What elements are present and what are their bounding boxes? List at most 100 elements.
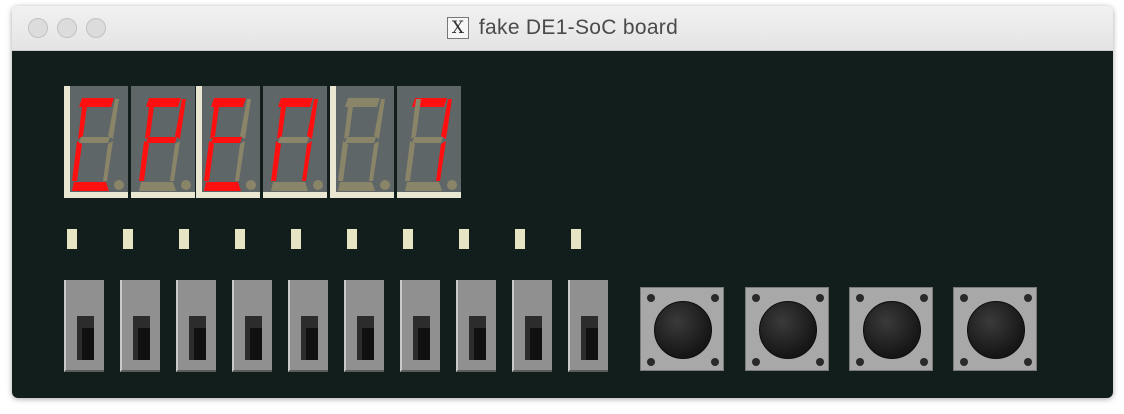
segment-d-off xyxy=(405,182,442,191)
switch-sw1[interactable] xyxy=(512,280,552,372)
ledr-0 xyxy=(571,229,581,249)
segment-c-off xyxy=(235,141,245,181)
segment-e-on xyxy=(72,141,82,181)
switch-knob xyxy=(362,328,374,360)
decimal-point xyxy=(447,180,457,190)
board-panel xyxy=(12,51,1113,398)
hex-display-hex2 xyxy=(263,86,327,198)
segment-e-off xyxy=(338,141,348,181)
segment-g-on xyxy=(211,137,242,143)
segment-e-on xyxy=(271,141,281,181)
button-screw xyxy=(856,294,864,302)
switch-sw8[interactable] xyxy=(120,280,160,372)
switch-knob xyxy=(418,328,430,360)
segment-d-off xyxy=(139,182,176,191)
hex-display-hex1 xyxy=(330,86,394,198)
segment-f-on xyxy=(210,99,220,139)
button-screw xyxy=(647,358,655,366)
segment-f-on xyxy=(277,99,287,139)
app-window: X fake DE1-SoC board xyxy=(12,6,1113,398)
button-screw xyxy=(1024,294,1032,302)
button-screw xyxy=(752,358,760,366)
ledr-9 xyxy=(67,229,77,249)
segment-d-on xyxy=(204,182,241,191)
button-screw xyxy=(647,294,655,302)
decimal-point xyxy=(380,180,390,190)
segment-c-on xyxy=(436,141,446,181)
switch-knob xyxy=(250,328,262,360)
hex-display-hex0 xyxy=(397,86,461,198)
switch-knob xyxy=(586,328,598,360)
button-screw xyxy=(711,294,719,302)
decimal-point xyxy=(246,180,256,190)
ledr-1 xyxy=(515,229,525,249)
pushbutton-key2[interactable] xyxy=(745,287,829,371)
segment-e-on xyxy=(139,141,149,181)
switch-knob xyxy=(474,328,486,360)
switch-sw2[interactable] xyxy=(456,280,496,372)
segment-g-off xyxy=(278,137,309,143)
switch-sw9[interactable] xyxy=(64,280,104,372)
button-screw xyxy=(960,358,968,366)
segment-f-on xyxy=(78,99,88,139)
switch-knob xyxy=(194,328,206,360)
segment-f-on xyxy=(145,99,155,139)
segment-d-on xyxy=(72,182,109,191)
segment-f-off xyxy=(344,99,354,139)
button-screw xyxy=(1024,358,1032,366)
switch-sw5[interactable] xyxy=(288,280,328,372)
ledr-7 xyxy=(179,229,189,249)
switch-sw4[interactable] xyxy=(344,280,384,372)
ledr-3 xyxy=(403,229,413,249)
segment-d-off xyxy=(338,182,375,191)
segment-f-off xyxy=(411,99,421,139)
pushbutton-key1[interactable] xyxy=(849,287,933,371)
ledr-6 xyxy=(235,229,245,249)
switch-knob xyxy=(138,328,150,360)
decimal-point xyxy=(313,180,323,190)
button-screw xyxy=(816,294,824,302)
button-screw xyxy=(752,294,760,302)
decimal-point xyxy=(181,180,191,190)
ledr-2 xyxy=(459,229,469,249)
button-screw xyxy=(816,358,824,366)
switch-sw3[interactable] xyxy=(400,280,440,372)
button-screw xyxy=(711,358,719,366)
segment-d-off xyxy=(271,182,308,191)
switch-knob xyxy=(530,328,542,360)
title-bar: X fake DE1-SoC board xyxy=(12,6,1113,51)
segment-c-off xyxy=(170,141,180,181)
segment-g-off xyxy=(412,137,443,143)
hex-display-hex5 xyxy=(64,86,128,198)
switch-knob xyxy=(306,328,318,360)
segment-g-on xyxy=(146,137,177,143)
segment-c-on xyxy=(302,141,312,181)
button-cap xyxy=(967,301,1025,359)
button-screw xyxy=(856,358,864,366)
button-cap xyxy=(759,301,817,359)
pushbutton-key0[interactable] xyxy=(953,287,1037,371)
hex-display-hex4 xyxy=(131,86,195,198)
switch-sw6[interactable] xyxy=(232,280,272,372)
decimal-point xyxy=(114,180,124,190)
window-title: fake DE1-SoC board xyxy=(478,16,679,39)
button-screw xyxy=(920,358,928,366)
ledr-5 xyxy=(291,229,301,249)
switch-knob xyxy=(82,328,94,360)
hex-display-hex3 xyxy=(196,86,260,198)
segment-g-off xyxy=(79,137,110,143)
button-screw xyxy=(960,294,968,302)
switch-sw0[interactable] xyxy=(568,280,608,372)
ledr-4 xyxy=(347,229,357,249)
ledr-8 xyxy=(123,229,133,249)
button-cap xyxy=(654,301,712,359)
segment-e-on xyxy=(204,141,214,181)
switch-sw7[interactable] xyxy=(176,280,216,372)
button-cap xyxy=(863,301,921,359)
segment-g-off xyxy=(345,137,376,143)
button-screw xyxy=(920,294,928,302)
segment-c-off xyxy=(369,141,379,181)
segment-c-off xyxy=(103,141,113,181)
x11-app-icon: X xyxy=(446,17,469,39)
pushbutton-key3[interactable] xyxy=(640,287,724,371)
